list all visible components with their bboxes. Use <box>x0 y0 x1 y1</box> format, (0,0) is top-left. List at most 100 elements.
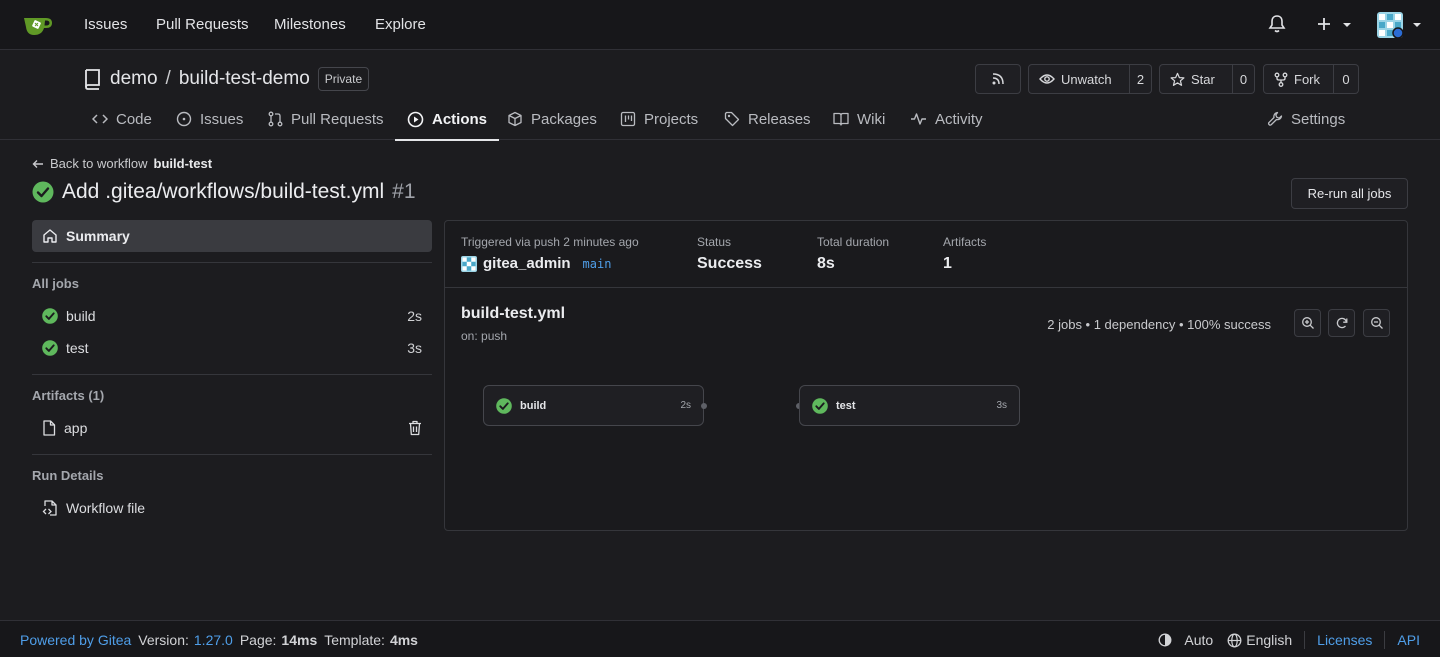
page-footer: Powered by Gitea Version: 1.27.0 Page: 1… <box>0 620 1440 657</box>
api-link[interactable]: API <box>1397 632 1420 648</box>
workflow-trigger: on: push <box>461 329 508 343</box>
sidebar-job-build[interactable]: build 2s <box>32 304 432 328</box>
sidebar-workflow-file[interactable]: Workflow file <box>32 496 432 520</box>
pull-request-icon <box>268 111 283 127</box>
unwatch-button[interactable]: Unwatch <box>1028 64 1130 94</box>
pulse-icon <box>910 112 927 126</box>
powered-by-link[interactable]: Powered by Gitea <box>20 632 131 648</box>
repo-title: demo / build-test-demo Private <box>82 67 370 91</box>
tab-releases-label: Releases <box>748 110 811 128</box>
avatar-chevron-down-icon[interactable] <box>1412 21 1422 29</box>
project-icon <box>620 111 636 127</box>
nav-issues[interactable]: Issues <box>84 16 127 33</box>
rss-button-group <box>975 64 1021 94</box>
theme-label: Auto <box>1184 632 1214 648</box>
graph-output-port <box>701 403 707 409</box>
tab-packages[interactable]: Packages <box>507 98 597 140</box>
graph-job-test[interactable]: test 3s <box>799 385 1020 426</box>
job-duration: 2s <box>407 308 422 324</box>
success-check-icon <box>42 340 58 356</box>
nav-milestones[interactable]: Milestones <box>274 16 346 33</box>
tab-wiki-label: Wiki <box>857 110 886 128</box>
refresh-icon <box>1335 316 1349 330</box>
run-title-text: Add .gitea/workflows/build-test.yml <box>62 180 385 203</box>
run-summary-panel: Triggered via push 2 minutes ago gitea_a… <box>444 220 1408 531</box>
fork-button[interactable]: Fork <box>1263 64 1334 94</box>
sidebar-artifact-app[interactable]: app <box>32 416 432 440</box>
plus-icon[interactable] <box>1316 16 1332 32</box>
sidebar-divider <box>32 374 432 375</box>
tab-issues-label: Issues <box>200 110 244 128</box>
private-badge: Private <box>317 67 370 91</box>
fork-label: Fork <box>1294 71 1320 87</box>
fork-button-group: Fork 0 <box>1263 64 1359 94</box>
back-workflow-name: build-test <box>153 156 213 171</box>
star-button-group: Star 0 <box>1159 64 1255 94</box>
fork-count[interactable]: 0 <box>1334 64 1359 94</box>
graph-job-build[interactable]: build 2s <box>483 385 704 426</box>
artifacts-heading: Artifacts (1) <box>32 388 105 403</box>
top-navbar: Issues Pull Requests Milestones Explore <box>0 0 1440 50</box>
rerun-all-jobs-button[interactable]: Re-run all jobs <box>1291 178 1408 209</box>
repo-owner-link[interactable]: demo <box>110 68 158 90</box>
star-count[interactable]: 0 <box>1233 64 1255 94</box>
sidebar-job-test[interactable]: test 3s <box>32 336 432 360</box>
user-avatar[interactable] <box>461 255 477 272</box>
footer-left: Powered by Gitea Version: 1.27.0 Page: 1… <box>20 632 418 648</box>
chevron-down-icon[interactable] <box>1342 21 1352 29</box>
tab-settings-label: Settings <box>1291 110 1346 128</box>
tab-activity[interactable]: Activity <box>910 98 983 140</box>
nav-explore[interactable]: Explore <box>375 16 426 33</box>
version-link[interactable]: 1.27.0 <box>194 632 233 648</box>
fork-icon <box>1274 72 1288 87</box>
theme-selector[interactable]: Auto <box>1158 632 1213 648</box>
star-button[interactable]: Star <box>1159 64 1233 94</box>
bell-icon[interactable] <box>1268 14 1286 34</box>
duration-label: Total duration <box>817 235 890 249</box>
gitea-logo-icon[interactable] <box>22 12 54 38</box>
footer-separator <box>1304 631 1306 649</box>
tab-code[interactable]: Code <box>92 98 152 140</box>
watch-button-group: Unwatch 2 <box>1028 64 1152 94</box>
tab-projects[interactable]: Projects <box>620 98 698 140</box>
trash-icon[interactable] <box>408 420 432 436</box>
language-label: English <box>1246 632 1293 648</box>
tab-actions[interactable]: Actions <box>394 98 500 141</box>
job-name: build <box>66 308 96 324</box>
artifacts-label: Artifacts <box>943 235 987 249</box>
sidebar-summary[interactable]: Summary <box>32 220 432 252</box>
home-icon <box>42 228 58 244</box>
zoom-in-button[interactable] <box>1294 309 1321 337</box>
rss-button[interactable] <box>975 64 1021 94</box>
tab-releases[interactable]: Releases <box>724 98 811 140</box>
zoom-out-button[interactable] <box>1363 309 1390 337</box>
back-to-workflow-link[interactable]: Back to workflow build-test <box>32 156 212 171</box>
licenses-link[interactable]: Licenses <box>1317 632 1372 648</box>
zoom-in-icon <box>1301 316 1315 330</box>
artifacts-info: Artifacts 1 <box>943 235 986 273</box>
eye-icon <box>1039 73 1055 85</box>
graph-job-name: build <box>520 399 547 412</box>
theme-icon <box>1158 633 1172 647</box>
workflow-name: build-test.yml <box>461 305 566 322</box>
branch-link[interactable]: main <box>583 257 612 271</box>
nav-pull-requests[interactable]: Pull Requests <box>156 16 249 33</box>
workflow-file-label: Workflow file <box>66 500 146 516</box>
file-icon <box>42 420 56 436</box>
language-selector[interactable]: English <box>1227 632 1292 648</box>
tab-pull-requests[interactable]: Pull Requests <box>268 98 384 140</box>
user-link[interactable]: gitea_admin <box>483 255 571 272</box>
duration-value: 8s <box>817 255 835 272</box>
reset-zoom-button[interactable] <box>1328 309 1355 337</box>
repo-name-link[interactable]: build-test-demo <box>179 68 310 90</box>
tools-icon <box>1267 111 1283 127</box>
sidebar-divider <box>32 262 432 263</box>
job-name: test <box>66 340 89 356</box>
tab-issues[interactable]: Issues <box>176 98 243 140</box>
success-check-icon <box>32 181 54 203</box>
issue-icon <box>176 111 192 127</box>
tab-wiki[interactable]: Wiki <box>833 98 885 140</box>
watch-count[interactable]: 2 <box>1130 64 1152 94</box>
tab-settings[interactable]: Settings <box>1267 98 1345 140</box>
avatar[interactable] <box>1377 12 1403 38</box>
